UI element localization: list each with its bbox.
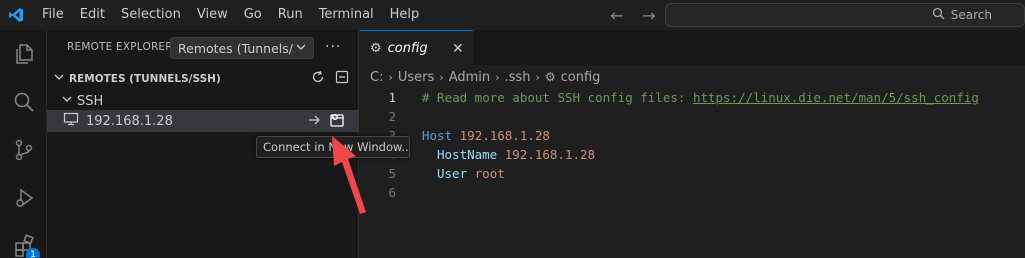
search-icon <box>932 7 945 23</box>
explorer-files-icon[interactable] <box>0 36 47 72</box>
vscode-logo-icon <box>0 0 32 30</box>
line-number: 1 <box>388 90 396 105</box>
more-actions-icon[interactable]: ··· <box>325 39 341 55</box>
chevron-down-icon <box>53 71 65 87</box>
ssh-host-row[interactable]: 192.168.1.28 <box>47 110 359 132</box>
ssh-group-label: SSH <box>77 93 104 109</box>
connect-current-window-arrow-icon[interactable] <box>307 113 321 131</box>
user-value: root <box>474 166 505 181</box>
tab-config-label: config <box>387 40 428 56</box>
settings-gear-icon: ⚙ <box>370 40 382 56</box>
remotes-section-title: REMOTES (TUNNELS/SSH) <box>69 73 221 85</box>
host-keyword: Host <box>422 128 453 143</box>
refresh-icon[interactable] <box>311 70 325 88</box>
forward-arrow-icon[interactable]: → <box>638 6 660 25</box>
search-placeholder: Search <box>950 8 992 22</box>
chevron-down-icon <box>61 93 73 109</box>
hostname-keyword: HostName <box>437 147 498 162</box>
sidebar-header: REMOTE EXPLORER Remotes (Tunnels/SSH) ··… <box>47 36 359 60</box>
code-line: 2 <box>360 107 1025 126</box>
host-row-actions <box>307 112 345 132</box>
collapse-all-icon[interactable] <box>335 70 349 88</box>
breadcrumb-drive[interactable]: C: <box>370 70 383 85</box>
menu-view[interactable]: View <box>189 0 236 30</box>
menu-bar: File Edit Selection View Go Run Terminal… <box>34 0 427 30</box>
code-line: 3 Host 192.168.1.28 <box>360 126 1025 145</box>
code-line: 6 <box>360 183 1025 202</box>
breadcrumb-admin[interactable]: Admin <box>449 70 490 85</box>
menu-terminal[interactable]: Terminal <box>311 0 382 30</box>
editor-tab-bar: ⚙ config ✕ <box>360 30 1025 65</box>
menu-file[interactable]: File <box>34 0 72 30</box>
monitor-icon <box>63 112 79 130</box>
menu-run[interactable]: Run <box>270 0 311 30</box>
remotes-section-header[interactable]: REMOTES (TUNNELS/SSH) <box>47 68 359 90</box>
ssh-host-label: 192.168.1.28 <box>86 113 173 129</box>
run-debug-icon[interactable] <box>0 180 47 216</box>
chevron-down-icon <box>295 41 307 57</box>
breadcrumb-separator-icon: › <box>439 70 444 84</box>
activity-bar: 1 <box>0 30 47 258</box>
menu-selection[interactable]: Selection <box>113 0 189 30</box>
tab-config[interactable]: ⚙ config ✕ <box>360 30 473 65</box>
breadcrumb-separator-icon: › <box>535 70 540 84</box>
title-bar: File Edit Selection View Go Run Terminal… <box>0 0 1025 30</box>
breadcrumb-separator-icon: › <box>495 70 500 84</box>
sidebar-title: REMOTE EXPLORER <box>67 41 173 53</box>
host-value: 192.168.1.28 <box>459 128 550 143</box>
search-view-icon[interactable] <box>0 84 47 120</box>
back-arrow-icon[interactable]: ← <box>606 6 628 25</box>
connect-new-window-icon[interactable] <box>329 112 345 132</box>
code-line: 5 User root <box>360 164 1025 183</box>
code-line: 1 # Read more about SSH config files: ht… <box>360 88 1025 107</box>
ssh-group-row[interactable]: SSH <box>47 90 359 112</box>
config-docs-link[interactable]: https://linux.die.net/man/5/ssh_config <box>693 90 979 105</box>
breadcrumb-users[interactable]: Users <box>398 70 434 85</box>
navigation-arrows: ← → <box>606 0 660 30</box>
extensions-badge: 1 <box>26 248 40 258</box>
remotes-dropdown[interactable]: Remotes (Tunnels/SSH) <box>170 37 314 59</box>
hostname-value: 192.168.1.28 <box>504 147 596 162</box>
source-control-icon[interactable] <box>0 132 47 168</box>
command-center-search[interactable]: Search <box>665 3 1025 27</box>
annotation-arrow-icon <box>326 132 376 222</box>
code-line: 4 HostName 192.168.1.28 <box>360 145 1025 164</box>
remotes-dropdown-value: Remotes (Tunnels/SSH) <box>178 40 294 56</box>
user-keyword: User <box>437 166 468 181</box>
comment-text: # Read more about SSH config files: <box>422 90 693 105</box>
menu-edit[interactable]: Edit <box>72 0 113 30</box>
breadcrumb-separator-icon: › <box>388 70 393 84</box>
menu-go[interactable]: Go <box>236 0 270 30</box>
close-tab-icon[interactable]: ✕ <box>452 41 464 57</box>
line-number: 2 <box>388 109 396 124</box>
menu-help[interactable]: Help <box>382 0 428 30</box>
breadcrumb-config[interactable]: config <box>561 70 601 85</box>
breadcrumb-ssh[interactable]: .ssh <box>505 70 531 85</box>
gear-icon: ⚙ <box>544 70 556 84</box>
breadcrumb: C: › Users › Admin › .ssh › ⚙ config <box>370 66 600 88</box>
section-actions <box>311 70 349 88</box>
